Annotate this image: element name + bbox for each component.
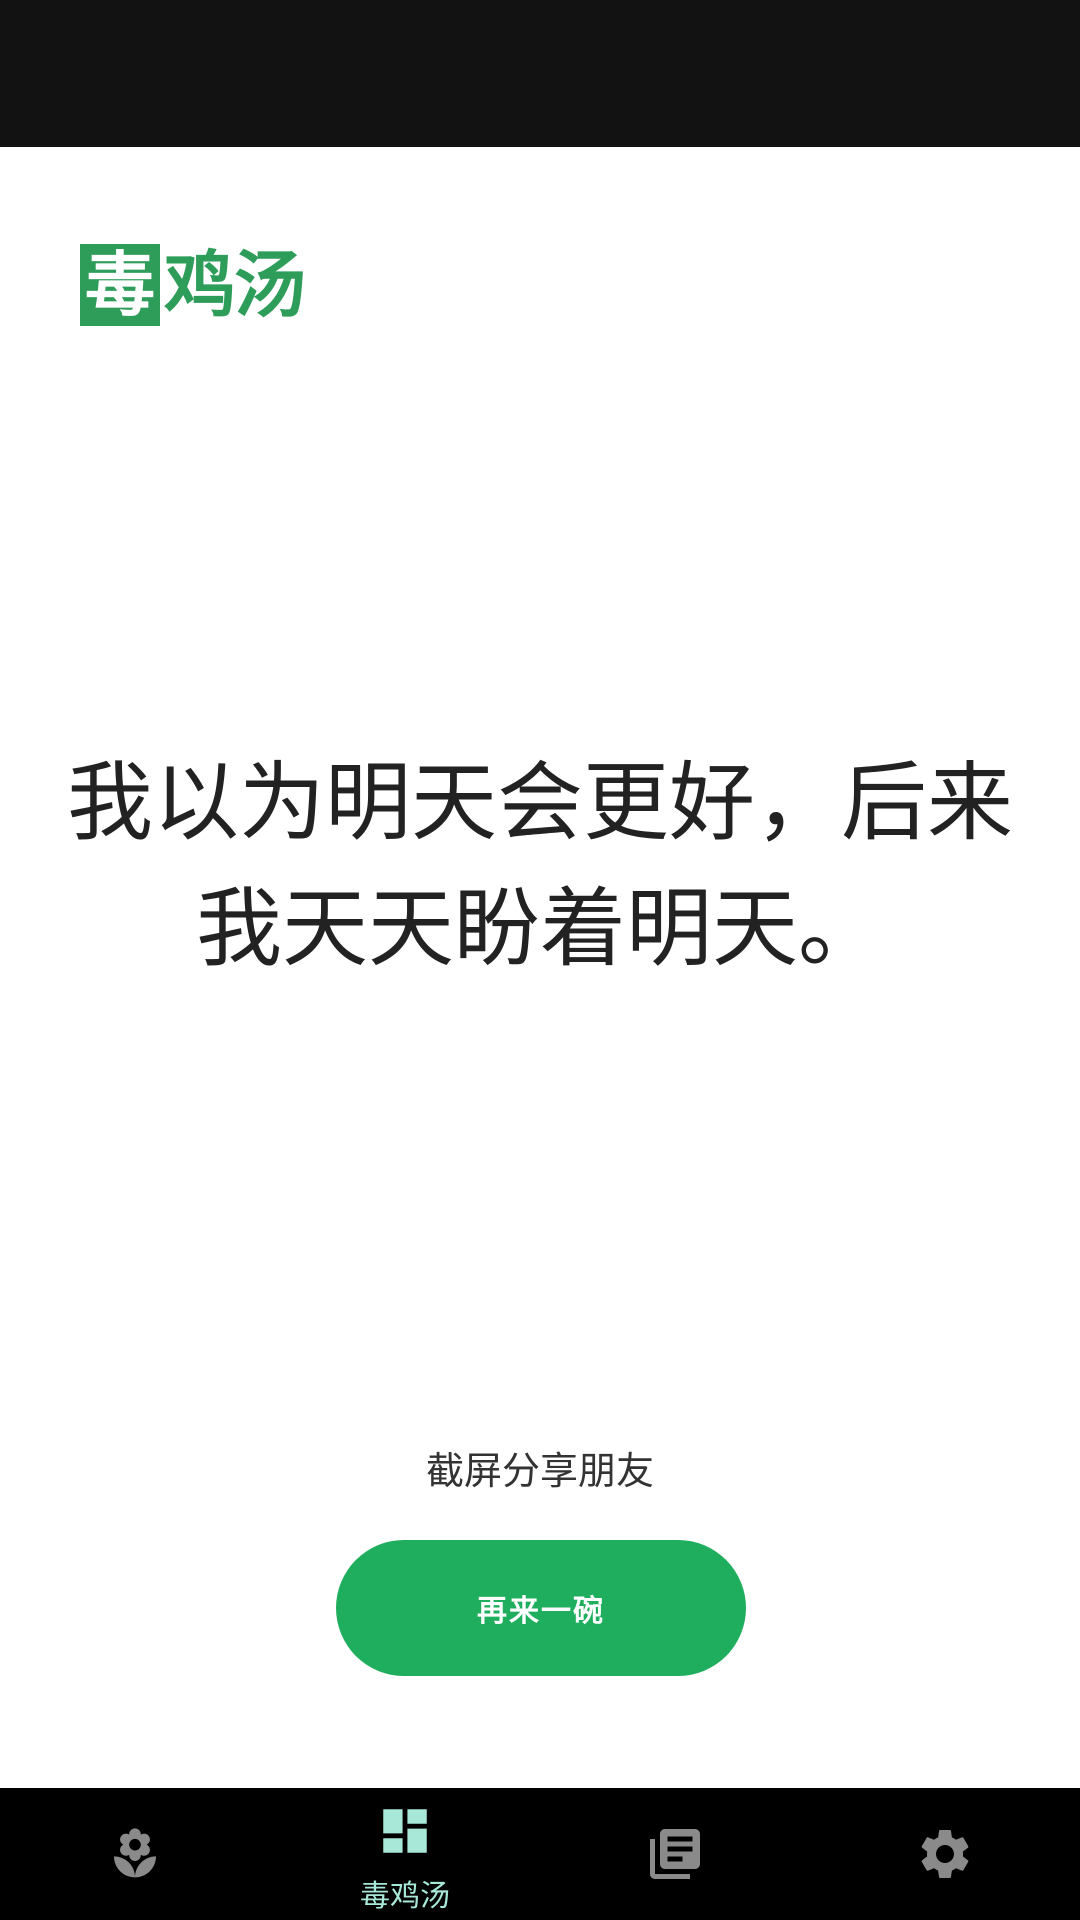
status-bar <box>0 0 1080 147</box>
gear-icon <box>921 1830 969 1878</box>
nav-tab-home[interactable] <box>0 1788 270 1920</box>
logo-rest-text: 鸡汤 <box>164 242 306 327</box>
library-books-icon <box>650 1829 700 1879</box>
nav-tab-soup-label: 毒鸡汤 <box>360 1879 450 1914</box>
dashboard-icon <box>383 1809 427 1853</box>
share-hint-text: 截屏分享朋友 <box>425 1449 654 1493</box>
nav-tab-settings[interactable] <box>810 1788 1080 1920</box>
app-logo: 毒 鸡汤 <box>80 242 306 327</box>
bottom-navigation: 毒鸡汤 <box>0 1788 1080 1920</box>
lotus-icon <box>114 1828 156 1878</box>
logo-first-char: 毒 <box>80 244 160 326</box>
nav-tab-library[interactable] <box>540 1788 810 1920</box>
quote-text: 我以为明天会更好，后来我天天盼着明天。 <box>67 753 1013 979</box>
another-bowl-button[interactable]: 再来一碗 <box>336 1540 746 1676</box>
nav-tab-soup[interactable]: 毒鸡汤 <box>270 1788 540 1920</box>
